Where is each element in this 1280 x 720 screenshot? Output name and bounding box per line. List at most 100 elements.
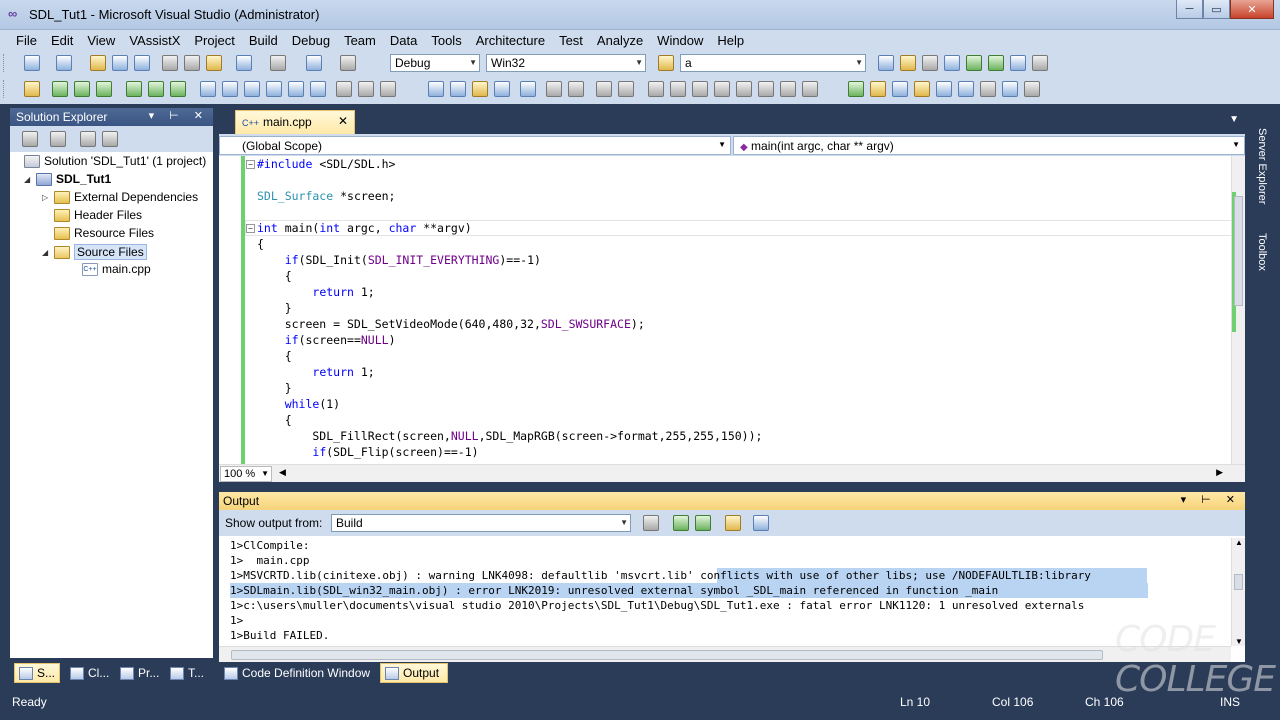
va-symbol-icon[interactable] <box>936 81 952 97</box>
scrollbar-thumb[interactable] <box>1234 196 1243 306</box>
toggle-word-wrap-icon[interactable] <box>753 515 769 531</box>
va-options-icon[interactable] <box>1024 81 1040 97</box>
va-spell-icon[interactable] <box>1002 81 1018 97</box>
va-braces-icon[interactable] <box>980 81 996 97</box>
align-right-icon[interactable] <box>568 81 584 97</box>
save-icon[interactable] <box>112 55 128 71</box>
undo-icon[interactable] <box>236 55 252 71</box>
refresh-icon[interactable] <box>80 131 96 147</box>
toolbox-tab[interactable]: Toolbox <box>1256 233 1268 271</box>
paste-icon[interactable] <box>206 55 222 71</box>
output-source-select[interactable]: Build ▼ <box>331 514 631 532</box>
command-window-icon[interactable] <box>1032 55 1048 71</box>
tab-dropdown-icon[interactable]: ▼ <box>1229 114 1239 125</box>
menu-project[interactable]: Project <box>186 33 240 48</box>
menu-debug[interactable]: Debug <box>284 33 336 48</box>
parameter-info-icon[interactable] <box>222 81 238 97</box>
output-text-area[interactable]: 1>ClCompile: 1> main.cpp 1>MSVCRTD.lib(cin… <box>219 538 1231 646</box>
panel-controls[interactable]: ▾ ⊢ ✕ <box>149 109 209 122</box>
menu-help[interactable]: Help <box>709 33 750 48</box>
panel-controls[interactable]: ▾ ⊢ ✕ <box>1181 493 1241 506</box>
toolbar-grip[interactable] <box>3 80 7 98</box>
next-bookmark-icon[interactable] <box>692 81 708 97</box>
va-goto-icon[interactable] <box>958 81 974 97</box>
output-horizontal-scrollbar[interactable] <box>219 646 1231 662</box>
step-into-icon[interactable] <box>52 81 68 97</box>
previous-location-icon[interactable] <box>714 81 730 97</box>
word-wrap-icon[interactable] <box>618 81 634 97</box>
start-page-icon[interactable] <box>1010 55 1026 71</box>
maximize-button[interactable]: ▭ <box>1203 0 1230 19</box>
refactor-icon[interactable] <box>472 81 488 97</box>
open-file-icon[interactable] <box>90 55 106 71</box>
code-area[interactable]: − − #include <SDL/SDL.h> SDL_Surface *scr… <box>219 156 1245 464</box>
toolbar-grip[interactable] <box>3 54 7 72</box>
outdent-icon[interactable] <box>288 81 304 97</box>
add-item-icon[interactable] <box>56 55 72 71</box>
minimize-button[interactable]: ─ <box>1176 0 1203 19</box>
menu-architecture[interactable]: Architecture <box>468 33 551 48</box>
server-explorer-tab[interactable]: Server Explorer <box>1256 128 1268 204</box>
toolbox-icon[interactable] <box>944 55 960 71</box>
tree-item-main-cpp[interactable]: C++ main.cpp <box>82 262 151 276</box>
redo-icon[interactable] <box>270 55 286 71</box>
previous-bookmark-icon[interactable] <box>670 81 686 97</box>
editor-vertical-scrollbar[interactable] <box>1231 156 1245 464</box>
tree-item-resource-files[interactable]: Resource Files <box>54 226 154 240</box>
close-button[interactable]: ✕ <box>1230 0 1274 19</box>
menu-window[interactable]: Window <box>649 33 709 48</box>
menu-test[interactable]: Test <box>551 33 589 48</box>
scrollbar-thumb[interactable] <box>231 650 1103 660</box>
align-left-icon[interactable] <box>546 81 562 97</box>
menu-build[interactable]: Build <box>241 33 284 48</box>
show-next-statement-icon[interactable] <box>126 81 142 97</box>
bookmark-icon[interactable] <box>380 81 396 97</box>
close-tab-icon[interactable]: ✕ <box>338 114 348 128</box>
new-project-icon[interactable] <box>24 55 40 71</box>
collapse-icon[interactable]: ◢ <box>42 248 54 257</box>
collapse-region-icon[interactable]: − <box>246 160 255 169</box>
expand-icon[interactable]: ▷ <box>42 193 54 202</box>
breakpoints-icon[interactable] <box>170 81 186 97</box>
solution-configuration-select[interactable]: Debug ▼ <box>390 54 480 72</box>
tree-item-external-dependencies[interactable]: ▷ External Dependencies <box>42 190 198 204</box>
tab-team-explorer[interactable]: T... <box>166 663 212 683</box>
find-references-icon[interactable] <box>450 81 466 97</box>
menu-vassistx[interactable]: VAssistX <box>121 33 186 48</box>
select-icon[interactable] <box>428 81 444 97</box>
list-icon[interactable] <box>596 81 612 97</box>
scroll-right-icon[interactable]: ▶ <box>1216 467 1223 478</box>
step-over-icon[interactable] <box>74 81 90 97</box>
navigate-forward-icon[interactable] <box>340 55 356 71</box>
class-view-icon[interactable] <box>966 55 982 71</box>
view-class-diagram-icon[interactable] <box>102 131 118 147</box>
scrollbar-thumb[interactable] <box>1234 574 1243 590</box>
properties-icon[interactable] <box>22 131 38 147</box>
menu-analyze[interactable]: Analyze <box>589 33 649 48</box>
save-all-icon[interactable] <box>134 55 150 71</box>
format-icon[interactable] <box>520 81 536 97</box>
clear-all-icon[interactable] <box>725 515 741 531</box>
menu-tools[interactable]: Tools <box>423 33 467 48</box>
va-snippet-icon[interactable] <box>914 81 930 97</box>
spell-check-icon[interactable] <box>494 81 510 97</box>
menu-data[interactable]: Data <box>382 33 423 48</box>
find-in-files-icon[interactable] <box>658 55 674 71</box>
tab-output[interactable]: Output <box>380 663 448 683</box>
indent-icon[interactable] <box>310 81 326 97</box>
solution-explorer-icon[interactable] <box>878 55 894 71</box>
find-symbol-icon[interactable] <box>802 81 818 97</box>
menu-edit[interactable]: Edit <box>43 33 79 48</box>
scope-select[interactable]: (Global Scope) ▼ <box>219 136 731 155</box>
va-tools-icon[interactable] <box>892 81 908 97</box>
object-browser-icon[interactable] <box>922 55 938 71</box>
quick-info-icon[interactable] <box>244 81 260 97</box>
collapse-icon[interactable]: ◢ <box>24 175 36 184</box>
function-select[interactable]: ◆ main(int argc, char ** argv) ▼ <box>733 136 1245 155</box>
scroll-left-icon[interactable]: ◀ <box>279 467 286 478</box>
uncomment-icon[interactable] <box>358 81 374 97</box>
menu-file[interactable]: File <box>8 33 43 48</box>
menu-view[interactable]: View <box>79 33 121 48</box>
complete-word-icon[interactable] <box>266 81 282 97</box>
go-to-next-message-icon[interactable] <box>695 515 711 531</box>
